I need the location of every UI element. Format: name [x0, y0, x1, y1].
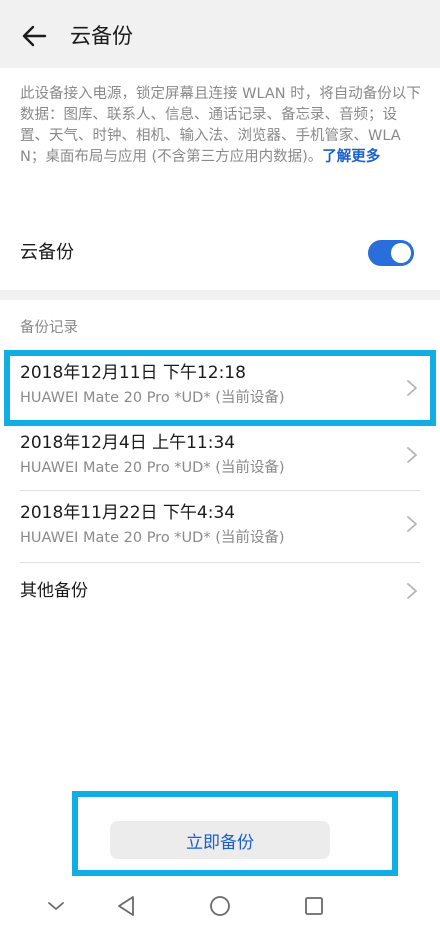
record-device: HUAWEI Mate 20 Pro *UD* (当前设备) — [20, 530, 285, 546]
learn-more-link[interactable]: 了解更多 — [322, 149, 380, 165]
back-button[interactable] — [12, 16, 56, 56]
record-date: 2018年11月22日 下午4:34 — [20, 503, 236, 523]
backup-records-section: 备份记录 2018年12月11日 下午12:18 HUAWEI Mate 20 … — [0, 300, 440, 788]
chevron-right-icon — [407, 380, 417, 396]
switch-knob — [391, 243, 411, 263]
cloud-backup-label: 云备份 — [20, 242, 74, 263]
record-date: 2018年12月4日 上午11:34 — [20, 433, 236, 453]
auto-backup-description: 此设备接入电源，锁定屏幕且连接 WLAN 时，将自动备份以下数据：图库、联系人、… — [20, 84, 422, 168]
back-triangle-icon — [118, 896, 134, 916]
nav-recents-button[interactable] — [300, 892, 328, 920]
chevron-right-icon — [407, 447, 417, 463]
backup-record-item[interactable]: 2018年12月11日 下午12:18 HUAWEI Mate 20 Pro *… — [0, 352, 440, 424]
system-navigation-bar — [0, 884, 440, 928]
collapse-nav-button[interactable] — [42, 892, 70, 920]
list-divider — [20, 490, 420, 491]
section-title: 备份记录 — [20, 320, 78, 336]
page-title: 云备份 — [70, 24, 133, 48]
cloud-backup-switch[interactable] — [368, 240, 414, 266]
back-arrow-icon — [22, 25, 47, 47]
nav-back-button[interactable] — [112, 892, 140, 920]
title-bar: 云备份 — [0, 0, 440, 68]
other-backups-item[interactable]: 其他备份 — [0, 563, 440, 619]
nav-home-button[interactable] — [206, 892, 234, 920]
other-backups-label: 其他备份 — [20, 581, 88, 601]
backup-record-item[interactable]: 2018年12月4日 上午11:34 HUAWEI Mate 20 Pro *U… — [0, 424, 440, 492]
backup-now-button[interactable]: 立即备份 — [110, 821, 330, 859]
backup-record-item[interactable]: 2018年11月22日 下午4:34 HUAWEI Mate 20 Pro *U… — [0, 492, 440, 562]
chevron-right-icon — [407, 583, 417, 599]
collapse-chevron-icon — [48, 902, 64, 910]
record-device: HUAWEI Mate 20 Pro *UD* (当前设备) — [20, 460, 285, 476]
record-device: HUAWEI Mate 20 Pro *UD* (当前设备) — [20, 390, 285, 406]
section-divider — [0, 290, 440, 300]
record-date: 2018年12月11日 下午12:18 — [20, 363, 246, 383]
chevron-right-icon — [407, 516, 417, 532]
home-circle-icon — [210, 896, 230, 916]
recents-square-icon — [305, 897, 323, 915]
cloud-backup-toggle-row[interactable]: 云备份 — [0, 228, 440, 280]
